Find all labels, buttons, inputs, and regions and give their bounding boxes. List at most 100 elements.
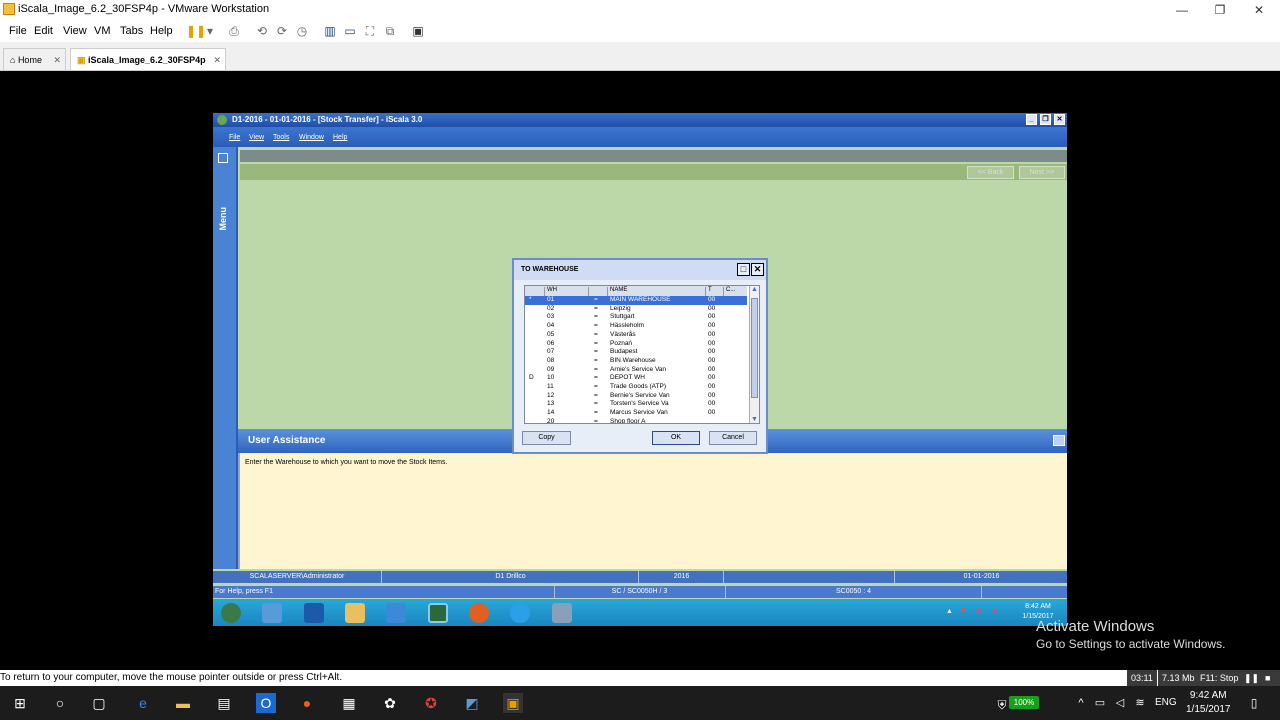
unity-icon[interactable]: ⧉ xyxy=(382,23,398,39)
stop-icon[interactable]: ■ xyxy=(1261,670,1280,686)
revert-snapshot-icon[interactable]: ⟳ xyxy=(274,23,290,39)
back-button[interactable]: << Back xyxy=(967,166,1014,179)
table-row[interactable]: 02 = Leipzig 00 xyxy=(525,305,747,314)
menu-help[interactable]: Help xyxy=(150,25,173,37)
minimize-icon[interactable]: _ xyxy=(1026,114,1037,125)
firefox-icon[interactable] xyxy=(469,603,489,623)
menu-tabs[interactable]: Tabs xyxy=(120,25,143,37)
col-name[interactable]: NAME xyxy=(607,287,705,296)
iscala-menu-tools[interactable]: Tools xyxy=(273,134,289,141)
tab-vm[interactable]: ▣ iScala_Image_6.2_30FSP4p ✕ xyxy=(70,48,226,70)
ok-button[interactable]: OK xyxy=(652,431,700,445)
edge-icon[interactable]: e xyxy=(133,693,153,713)
maximize-icon[interactable]: ❐ xyxy=(1210,2,1230,18)
iscala-menu-file[interactable]: File xyxy=(229,134,240,141)
notes-icon[interactable]: ◩ xyxy=(462,693,482,713)
pause-icon[interactable]: ❚❚ xyxy=(1240,670,1264,686)
cortana-icon[interactable]: ○ xyxy=(50,693,70,713)
scroll-thumb[interactable] xyxy=(751,298,758,398)
folder-icon[interactable] xyxy=(345,603,365,623)
minimize-icon[interactable]: — xyxy=(1172,2,1192,18)
console-view-icon[interactable]: ▭ xyxy=(342,23,358,39)
tray-arrow-icon[interactable]: ▲ xyxy=(946,608,953,615)
volume-icon[interactable]: ◁ xyxy=(1110,693,1130,713)
close-icon[interactable]: ✕ xyxy=(751,263,764,276)
server-manager-icon[interactable] xyxy=(262,603,282,623)
scroll-up-icon[interactable]: ▲ xyxy=(751,286,758,293)
tray-flag-icon[interactable]: ⚑ xyxy=(960,607,966,615)
table-row[interactable]: 12 = Bernie's Service Van 00 xyxy=(525,392,747,401)
warehouse-grid[interactable]: WH NAME T C... * 01 = MAIN WAREHOUSE 00 02 = Le… xyxy=(524,285,760,424)
recorder-icon[interactable]: ✪ xyxy=(421,693,441,713)
table-row[interactable]: * 01 = MAIN WAREHOUSE 00 xyxy=(525,296,747,305)
menu-edit[interactable]: Edit xyxy=(34,25,53,37)
recording-stop[interactable]: F11: Stop xyxy=(1196,670,1243,686)
windows-start-icon[interactable]: ⊞ xyxy=(10,693,30,713)
outlook-icon[interactable]: O xyxy=(256,693,276,713)
close-icon[interactable]: ✕ xyxy=(1249,2,1269,18)
menu-view[interactable]: View xyxy=(63,25,87,37)
close-tab-icon[interactable]: ✕ xyxy=(213,49,221,71)
panel-icon[interactable] xyxy=(218,153,228,163)
scroll-down-icon[interactable]: ▼ xyxy=(751,416,758,423)
table-row[interactable]: 07 = Budapest 00 xyxy=(525,348,747,357)
col-wh[interactable]: WH xyxy=(544,287,588,296)
table-row[interactable]: D 10 = DEPOT WH 00 xyxy=(525,374,747,383)
minimize-panel-icon[interactable] xyxy=(1053,435,1065,446)
show-hidden-icon[interactable]: ^ xyxy=(1071,693,1091,713)
close-tab-icon[interactable]: ✕ xyxy=(53,49,61,71)
language-indicator[interactable]: ENG xyxy=(1155,697,1177,708)
pause-icon[interactable]: ❚❚ xyxy=(186,23,206,39)
next-button[interactable]: Next >> xyxy=(1019,166,1065,179)
snapshot-icon[interactable]: ⟲ xyxy=(254,23,270,39)
fullscreen-icon[interactable]: ⛶ xyxy=(362,23,378,39)
iscala-side-menu[interactable]: Menu xyxy=(213,147,238,569)
chevron-down-icon[interactable]: ▾ xyxy=(202,23,218,39)
file-explorer-icon[interactable]: ▬ xyxy=(173,693,193,713)
library-icon[interactable]: ▥ xyxy=(322,23,338,39)
table-row[interactable]: 03 = Stuttgart 00 xyxy=(525,313,747,322)
iscala-menu-view[interactable]: View xyxy=(249,134,264,141)
battery-badge[interactable]: 100% xyxy=(1009,696,1039,709)
snapshot-manager-icon[interactable]: ◷ xyxy=(294,23,310,39)
restore-icon[interactable]: ❐ xyxy=(1040,114,1051,125)
calculator-icon[interactable]: ▦ xyxy=(339,693,359,713)
table-row[interactable]: 05 = Västerås 00 xyxy=(525,331,747,340)
app-icon[interactable]: ✿ xyxy=(380,693,400,713)
table-row[interactable]: 20 = Shop floor A xyxy=(525,418,747,423)
table-row[interactable]: 08 = BIN Warehouse 00 xyxy=(525,357,747,366)
tray-network-icon[interactable]: ▤ xyxy=(976,607,983,615)
tray-sound-icon[interactable]: ◈ xyxy=(992,607,997,615)
tool-icon[interactable] xyxy=(552,603,572,623)
iscala-menu-help[interactable]: Help xyxy=(333,134,347,141)
thumbnail-icon[interactable]: ▣ xyxy=(410,23,426,39)
firefox-icon[interactable]: ● xyxy=(297,693,317,713)
powershell-icon[interactable] xyxy=(304,603,324,623)
task-view-icon[interactable]: ▢ xyxy=(89,693,109,713)
iscala-task-icon[interactable] xyxy=(428,603,448,623)
table-row[interactable]: 04 = Hässleholm 00 xyxy=(525,322,747,331)
iscala-menu-window[interactable]: Window xyxy=(299,134,324,141)
scrollbar[interactable] xyxy=(1271,72,1280,670)
table-row[interactable]: 09 = Arnie's Service Van 00 xyxy=(525,366,747,375)
battery-icon[interactable]: ▭ xyxy=(1090,693,1110,713)
vmware-task-icon[interactable]: ▣ xyxy=(503,693,523,713)
scrollbar[interactable]: ▲ ▼ xyxy=(749,286,759,423)
system-clock[interactable]: 9:42 AM 1/15/2017 xyxy=(1186,689,1231,717)
table-row[interactable]: 13 = Torsten's Service Va 00 xyxy=(525,400,747,409)
copy-button[interactable]: Copy xyxy=(522,431,571,445)
notifications-icon[interactable]: ▯ xyxy=(1244,693,1264,713)
store-icon[interactable]: ▤ xyxy=(214,693,234,713)
start-icon[interactable] xyxy=(221,603,241,623)
table-row[interactable]: 11 = Trade Goods (ATP) 00 xyxy=(525,383,747,392)
cancel-button[interactable]: Cancel xyxy=(709,431,757,445)
menu-file[interactable]: File xyxy=(9,25,27,37)
col-c[interactable]: C... xyxy=(723,287,747,296)
maximize-icon[interactable]: □ xyxy=(737,263,750,276)
explorer-icon[interactable] xyxy=(386,603,406,623)
col-t[interactable]: T xyxy=(705,287,723,296)
close-icon[interactable]: ✕ xyxy=(1054,114,1065,125)
menu-vm[interactable]: VM xyxy=(94,25,111,37)
send-ctrl-alt-del-icon[interactable]: ⎙ xyxy=(226,23,242,39)
wifi-icon[interactable]: ≋ xyxy=(1130,693,1150,713)
